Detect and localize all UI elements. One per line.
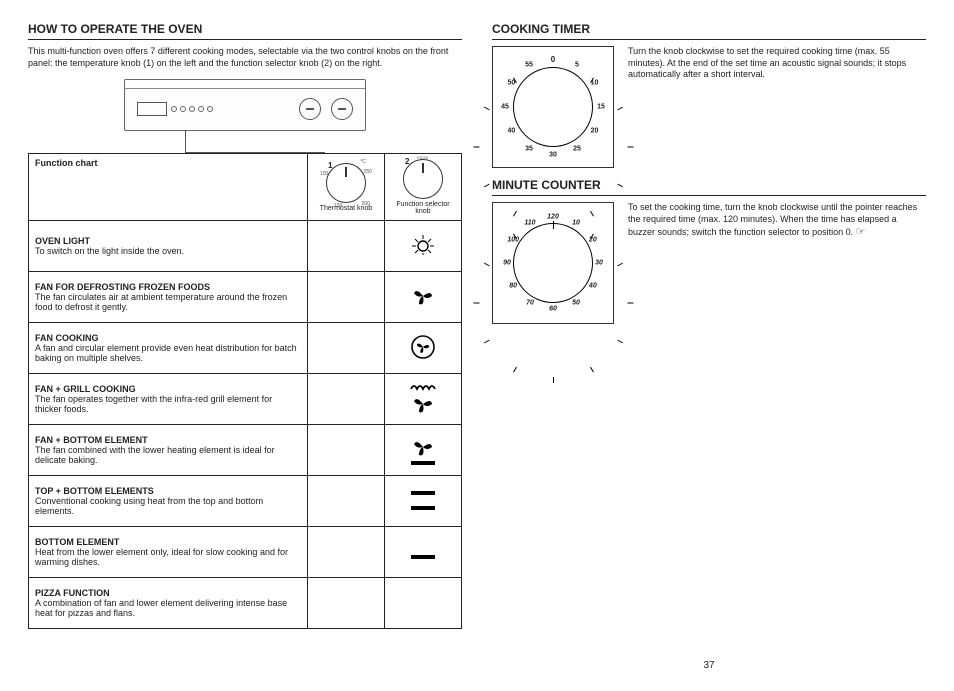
counter-tick-label: 10 [572, 220, 580, 227]
section-title-minute-counter: MINUTE COUNTER [492, 178, 926, 196]
timer-tick-label: 45 [501, 104, 509, 111]
counter-tick-label: 30 [595, 260, 603, 267]
page-number: 37 [492, 660, 926, 671]
table-header-function: Function chart [29, 154, 308, 221]
fan-ring-icon [384, 323, 461, 374]
panel-knob-1-icon [299, 98, 321, 120]
fan-plus-bottom-icon [384, 425, 461, 476]
counter-tick-label: 50 [572, 299, 580, 306]
fan-icon [384, 272, 461, 323]
timer-dial-illustration: 0 510152025303540455055 [492, 46, 614, 168]
timer-text: Turn the knob clockwise to set the requi… [628, 46, 926, 81]
top-bottom-icon [384, 476, 461, 527]
panel-knob-2-icon [331, 98, 353, 120]
bottom-element-icon [384, 527, 461, 578]
timer-tick-label: 10 [591, 80, 599, 87]
pizza-icon [384, 578, 461, 629]
timer-tick-label: 15 [597, 104, 605, 111]
timer-tick-label: 30 [549, 152, 557, 159]
left-column: HOW TO OPERATE THE OVEN This multi-funct… [28, 20, 462, 671]
timer-tick-label: 5 [575, 62, 579, 69]
table-row: OVEN LIGHTTo switch on the light inside … [29, 221, 462, 272]
timer-tick-label: 25 [573, 145, 581, 152]
function-chart-table: Function chart 1 °C 250 200 150 100 Ther… [28, 153, 462, 629]
section-title-timer: COOKING TIMER [492, 22, 926, 40]
timer-tick-label: 35 [525, 145, 533, 152]
intro-text: This multi-function oven offers 7 differ… [28, 46, 462, 69]
table-row: FAN + GRILL COOKINGThe fan operates toge… [29, 374, 462, 425]
timer-tick-label: 40 [508, 128, 516, 135]
table-header-knob1: 1 °C 250 200 150 100 Thermostat knob [307, 154, 384, 221]
counter-tick-label: 90 [503, 260, 511, 267]
counter-tick-label: 120 [547, 214, 559, 221]
table-row: FAN + BOTTOM ELEMENTThe fan combined wit… [29, 425, 462, 476]
counter-tick-label: 100 [507, 237, 519, 244]
control-panel-illustration [28, 79, 462, 131]
table-row: BOTTOM ELEMENTHeat from the lower elemen… [29, 527, 462, 578]
counter-tick-label: 110 [524, 220, 535, 227]
oven-panel-drawing [124, 79, 366, 131]
table-row: FAN COOKINGA fan and circular element pr… [29, 323, 462, 374]
table-row: FAN FOR DEFROSTING FROZEN FOODSThe fan c… [29, 272, 462, 323]
timer-tick-label: 20 [591, 128, 599, 135]
table-header-knob2: 2 PIZZA Function selector knob [384, 154, 461, 221]
light-icon [384, 221, 461, 272]
counter-tick-label: 60 [549, 306, 557, 313]
right-column: COOKING TIMER 0 5 10 15 20 25 30 35 40 45 50 55 Tu… [492, 20, 926, 671]
section-title-how-to-operate: HOW TO OPERATE THE OVEN [28, 22, 462, 40]
timer-zero-label: 0 [551, 55, 555, 64]
counter-text: To set the cooking time, turn the knob c… [628, 202, 926, 240]
table-row: TOP + BOTTOM ELEMENTSConventional cookin… [29, 476, 462, 527]
counter-tick-label: 80 [509, 283, 517, 290]
timer-tick-label: 55 [525, 62, 533, 69]
fan-plus-grill-icon [384, 374, 461, 425]
counter-tick-label: 70 [526, 299, 534, 306]
counter-tick-label: 20 [589, 237, 597, 244]
table-row: PIZZA FUNCTIONA combination of fan and l… [29, 578, 462, 629]
counter-tick-label: 40 [589, 283, 597, 290]
hand-icon: ☞ [856, 226, 866, 238]
button-row-icon [171, 106, 213, 112]
display-rect-icon [137, 102, 167, 116]
counter-dial-illustration: 10 20 30 40 50 60 70 80 90 100 110 120 [492, 202, 614, 324]
